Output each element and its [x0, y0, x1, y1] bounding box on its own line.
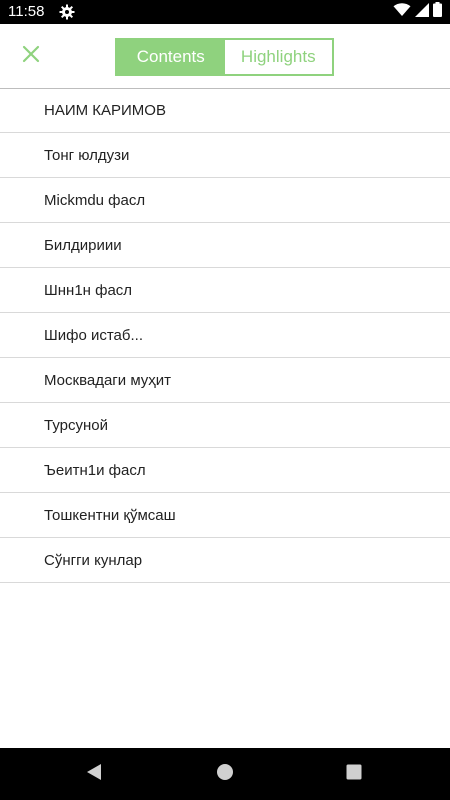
close-icon [22, 45, 40, 68]
toc-item[interactable]: Тошкентни қўмсаш [0, 493, 450, 538]
contents-list: НАИМ КАРИМОВ Тонг юлдузи Mickmdu фасл Би… [0, 88, 450, 583]
recents-icon [346, 764, 362, 785]
tab-highlights[interactable]: Highlights [224, 40, 332, 74]
toc-item[interactable]: Ъеитн1и фасл [0, 448, 450, 493]
toc-item[interactable]: Шнн1н фасл [0, 268, 450, 313]
back-button[interactable] [82, 762, 106, 786]
home-button[interactable] [213, 762, 237, 786]
home-icon [216, 763, 234, 786]
back-icon [85, 763, 103, 786]
app-header: Contents Highlights [0, 24, 450, 89]
recents-button[interactable] [342, 762, 366, 786]
tab-contents[interactable]: Contents [117, 40, 225, 74]
signal-icon [415, 2, 429, 22]
toc-item[interactable]: Шифо истаб... [0, 313, 450, 358]
status-bar: 11:58 [0, 0, 450, 24]
close-button[interactable] [16, 41, 46, 71]
screen: 11:58 Contents Highlights НАИМ КАРИМОВ Т… [0, 0, 450, 800]
toc-item[interactable]: Турсуной [0, 403, 450, 448]
gear-icon [59, 4, 75, 20]
toc-item[interactable]: Сўнгги кунлар [0, 538, 450, 583]
status-time: 11:58 [8, 3, 45, 20]
wifi-icon [393, 2, 411, 22]
battery-icon [433, 2, 442, 22]
status-icons [393, 2, 442, 22]
contents-highlights-switch: Contents Highlights [115, 38, 334, 76]
toc-item[interactable]: Тонг юлдузи [0, 133, 450, 178]
navigation-bar [0, 748, 450, 800]
toc-item[interactable]: Москвадаги муҳит [0, 358, 450, 403]
toc-item[interactable]: Mickmdu фасл [0, 178, 450, 223]
toc-item[interactable]: НАИМ КАРИМОВ [0, 88, 450, 133]
toc-item[interactable]: Билдириии [0, 223, 450, 268]
